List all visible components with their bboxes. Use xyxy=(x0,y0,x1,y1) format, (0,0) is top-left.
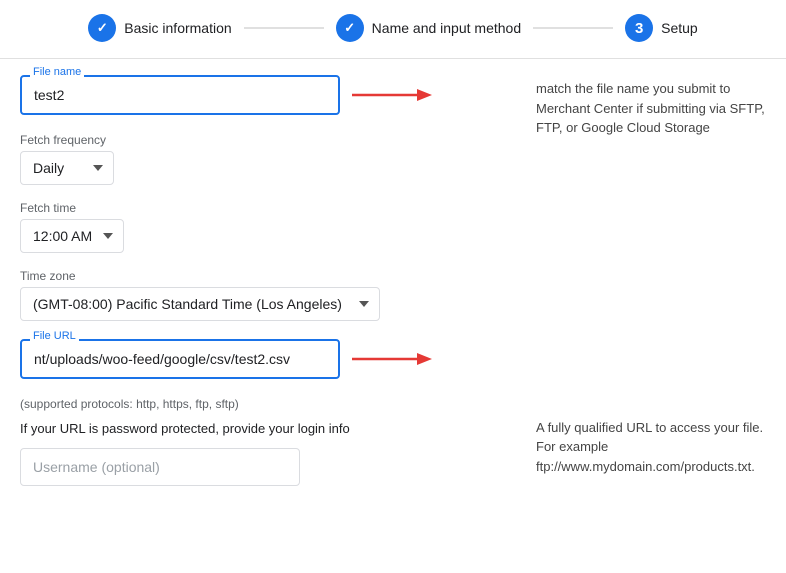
arrow-indicator-2 xyxy=(352,347,432,371)
step-basic-info-circle: ✓ xyxy=(88,14,116,42)
file-url-row: File URL xyxy=(20,339,516,379)
main-content: File name Fetch frequency Daily Weekly M… xyxy=(0,59,786,512)
file-url-floating-label: File URL xyxy=(30,330,79,342)
file-name-floating-label: File name xyxy=(30,66,84,78)
step-name-input-label: Name and input method xyxy=(372,20,521,36)
step-name-input: ✓ Name and input method xyxy=(336,14,521,42)
file-url-input[interactable] xyxy=(20,339,340,379)
checkmark-icon: ✓ xyxy=(97,20,108,36)
left-panel: File name Fetch frequency Daily Weekly M… xyxy=(20,75,516,496)
step-basic-info-label: Basic information xyxy=(124,20,231,36)
fetch-time-select[interactable]: 12:00 AM 1:00 AM 2:00 AM xyxy=(20,219,124,253)
fetch-time-group: Fetch time 12:00 AM 1:00 AM 2:00 AM xyxy=(20,201,516,253)
step-setup-number: 3 xyxy=(635,20,643,37)
username-input[interactable] xyxy=(20,448,300,486)
fetch-frequency-label: Fetch frequency xyxy=(20,133,516,147)
step-setup-circle: 3 xyxy=(625,14,653,42)
right-note-file-url: A fully qualified URL to access your fil… xyxy=(536,418,766,477)
fetch-time-label: Fetch time xyxy=(20,201,516,215)
file-name-field: File name xyxy=(20,75,340,115)
step-setup-label: Setup xyxy=(661,20,698,36)
timezone-group: Time zone (GMT-08:00) Pacific Standard T… xyxy=(20,269,516,321)
step-basic-info: ✓ Basic information xyxy=(88,14,231,42)
fetch-frequency-group: Fetch frequency Daily Weekly Monthly xyxy=(20,133,516,185)
step-name-input-circle: ✓ xyxy=(336,14,364,42)
supported-protocols: (supported protocols: http, https, ftp, … xyxy=(20,397,516,411)
right-note-file-name: match the file name you submit to Mercha… xyxy=(536,79,766,138)
step-connector-2 xyxy=(533,27,613,29)
right-panel: match the file name you submit to Mercha… xyxy=(536,75,766,496)
timezone-select[interactable]: (GMT-08:00) Pacific Standard Time (Los A… xyxy=(20,287,380,321)
password-note: If your URL is password protected, provi… xyxy=(20,421,516,436)
arrow-indicator-1 xyxy=(352,83,432,107)
fetch-frequency-select[interactable]: Daily Weekly Monthly xyxy=(20,151,114,185)
file-url-field: File URL xyxy=(20,339,340,379)
file-name-input[interactable] xyxy=(20,75,340,115)
timezone-label: Time zone xyxy=(20,269,516,283)
checkmark-icon-2: ✓ xyxy=(344,20,355,36)
step-connector-1 xyxy=(244,27,324,29)
file-name-row: File name xyxy=(20,75,516,115)
username-field xyxy=(20,448,516,486)
step-setup: 3 Setup xyxy=(625,14,698,42)
stepper: ✓ Basic information ✓ Name and input met… xyxy=(0,0,786,59)
